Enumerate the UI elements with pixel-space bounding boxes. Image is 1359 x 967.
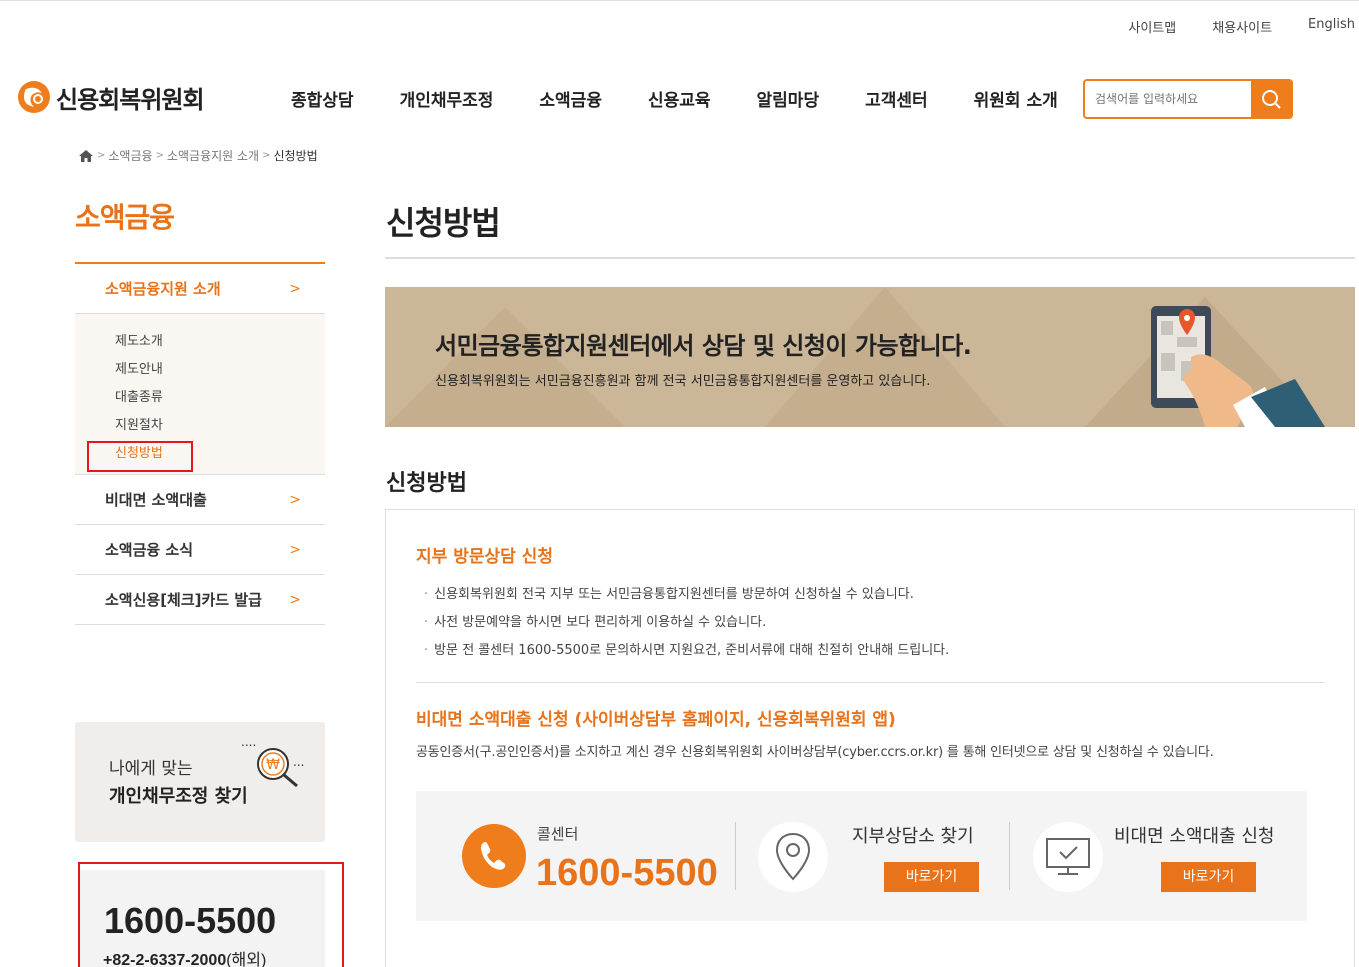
- list-item: 방문 전 콜센터 1600-5500로 문의하시면 지원요건, 준비서류에 대해…: [424, 642, 949, 670]
- breadcrumb-item[interactable]: 소액금융: [108, 147, 152, 164]
- sidebar-item-card[interactable]: 소액신용[체크]카드 발급 >: [75, 575, 325, 625]
- section-divider: [416, 682, 1324, 683]
- page-title: 신청방법: [386, 204, 501, 242]
- breadcrumb-sep-icon: >: [155, 150, 164, 161]
- title-divider: [385, 257, 1355, 259]
- online-apply-label: 비대면 소액대출 신청: [1114, 826, 1275, 847]
- search-icon: [1262, 90, 1281, 109]
- submenu-item[interactable]: 지원절차: [115, 412, 325, 440]
- main-nav: 종합상담 개인채무조정 소액금융 신용교육 알림마당 고객센터 위원회 소개: [268, 86, 1081, 111]
- nav-item-debt[interactable]: 개인채무조정: [377, 86, 517, 111]
- visit-heading: 지부 방문상담 신청: [416, 547, 553, 567]
- highlight-box: [87, 441, 193, 472]
- breadcrumb-current: 신청방법: [273, 149, 318, 163]
- sidebar-item-online-loan[interactable]: 비대면 소액대출 >: [75, 475, 325, 525]
- call-center-number: 1600-5500: [536, 852, 718, 894]
- nav-item-consult[interactable]: 종합상담: [268, 86, 377, 111]
- location-pin-icon: [775, 832, 811, 881]
- section-title: 신청방법: [386, 471, 467, 496]
- branch-finder-button[interactable]: 바로가기: [884, 862, 979, 892]
- breadcrumb-sep-icon: >: [97, 150, 106, 161]
- sidebar-title: 소액금융: [75, 201, 175, 234]
- location-icon-wrap: [758, 822, 828, 892]
- breadcrumb-sep-icon: >: [262, 150, 271, 161]
- banner-subtext: 신용회복위원회는 서민금융진흥원과 함께 전국 서민금융통합지원센터를 운영하고…: [435, 374, 931, 389]
- nav-item-microfinance[interactable]: 소액금융: [516, 86, 625, 111]
- nav-item-education[interactable]: 신용교육: [625, 86, 734, 111]
- logo-mark-icon: [18, 81, 50, 113]
- call-center-label: 콜센터: [537, 825, 579, 843]
- online-description: 공동인증서(구.공인인증서)를 소지하고 계신 경우 신용회복위원회 사이버상담…: [416, 745, 1214, 760]
- list-item: 신용회복위원회 전국 지부 또는 서민금융통합지원센터를 방문하여 신청하실 수…: [424, 586, 949, 614]
- sidebar-item-intro[interactable]: 소액금융지원 소개 >: [75, 264, 325, 314]
- chevron-right-icon: >: [289, 591, 301, 608]
- online-apply-button[interactable]: 바로가기: [1161, 862, 1256, 892]
- nav-item-about[interactable]: 위원회 소개: [951, 86, 1081, 111]
- online-heading: 비대면 소액대출 신청 (사이버상담부 홈페이지, 신용회복위원회 앱): [416, 710, 896, 730]
- magnifier-won-icon: ₩ .... ...: [241, 740, 304, 788]
- submenu-item[interactable]: 제도안내: [115, 356, 325, 384]
- find-debt-adjustment-banner[interactable]: 나에게 맞는 개인채무조정 찾기 ₩ .... ...: [75, 722, 325, 842]
- sidebar-item-label: 비대면 소액대출: [105, 491, 207, 509]
- highlight-box: [78, 862, 344, 967]
- search-box: [1083, 79, 1293, 119]
- top-border: [0, 0, 1359, 4]
- utility-nav: 사이트맵 채용사이트 English: [1110, 17, 1355, 36]
- breadcrumb-item[interactable]: 소액금융지원 소개: [167, 147, 259, 164]
- sidebar-submenu: 제도소개 제도안내 대출종류 지원절차 신청방법: [75, 314, 325, 475]
- phone-icon: [481, 842, 506, 870]
- nav-item-notice[interactable]: 알림마당: [734, 86, 843, 111]
- search-button[interactable]: [1251, 81, 1291, 117]
- breadcrumb: > 소액금융 > 소액금융지원 소개 > 신청방법: [78, 147, 318, 164]
- svg-text:....: ....: [241, 740, 256, 749]
- banner-headline: 서민금융통합지원센터에서 상담 및 신청이 가능합니다.: [435, 332, 972, 360]
- chevron-right-icon: >: [289, 541, 301, 558]
- sidebar-item-label: 소액금융지원 소개: [105, 280, 221, 298]
- find-box-line1: 나에게 맞는: [109, 759, 193, 779]
- nav-item-customer[interactable]: 고객센터: [842, 86, 951, 111]
- chevron-right-icon: >: [289, 491, 301, 508]
- recruit-link[interactable]: 채용사이트: [1194, 17, 1290, 36]
- svg-text:...: ...: [293, 755, 304, 769]
- info-banner: 서민금융통합지원센터에서 상담 및 신청이 가능합니다. 신용회복위원회는 서민…: [385, 287, 1355, 427]
- monitor-icon-wrap: [1033, 822, 1103, 892]
- visit-bullets: 신용회복위원회 전국 지부 또는 서민금융통합지원센터를 방문하여 신청하실 수…: [424, 586, 949, 670]
- call-center-icon-wrap: [462, 824, 526, 888]
- submenu-item[interactable]: 대출종류: [115, 384, 325, 412]
- home-icon[interactable]: [78, 149, 94, 163]
- chevron-right-icon: >: [289, 280, 301, 297]
- sitemap-link[interactable]: 사이트맵: [1110, 17, 1194, 36]
- contact-divider: [1009, 822, 1010, 890]
- svg-text:₩: ₩: [266, 757, 280, 773]
- sidebar-item-label: 소액신용[체크]카드 발급: [105, 591, 262, 609]
- submenu-item[interactable]: 제도소개: [115, 328, 325, 356]
- contact-divider: [735, 822, 736, 890]
- logo-text: 신용회복위원회: [56, 85, 205, 114]
- logo[interactable]: 신용회복위원회: [16, 79, 205, 115]
- search-input[interactable]: [1085, 81, 1251, 117]
- sidebar-menu: 소액금융지원 소개 > 제도소개 제도안내 대출종류 지원절차 신청방법 비대면…: [75, 262, 325, 625]
- monitor-check-icon: [1046, 838, 1090, 875]
- sidebar-item-label: 소액금융 소식: [105, 541, 194, 559]
- sidebar-item-news[interactable]: 소액금융 소식 >: [75, 525, 325, 575]
- find-box-line2: 개인채무조정 찾기: [109, 786, 248, 807]
- english-link[interactable]: English: [1290, 17, 1355, 36]
- list-item: 사전 방문예약을 하시면 보다 편리하게 이용하실 수 있습니다.: [424, 614, 949, 642]
- branch-finder-label: 지부상담소 찾기: [852, 826, 974, 847]
